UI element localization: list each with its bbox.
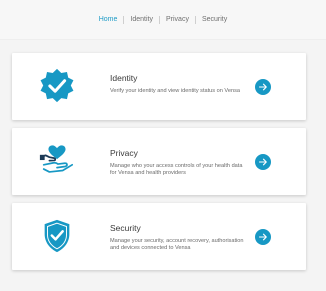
shield-check-icon bbox=[38, 217, 76, 255]
nav-privacy[interactable]: Privacy bbox=[160, 16, 195, 24]
privacy-card[interactable]: Privacy Manage who your access controls … bbox=[12, 128, 306, 195]
top-nav: Home Identity Privacy Security bbox=[0, 0, 326, 40]
privacy-go-button[interactable] bbox=[255, 154, 271, 170]
arrow-right-icon bbox=[258, 233, 267, 241]
arrow-right-icon bbox=[258, 83, 267, 91]
card-title: Privacy bbox=[110, 148, 138, 158]
card-title: Identity bbox=[110, 73, 138, 83]
heart-hand-icon bbox=[38, 142, 76, 180]
card-description: Manage who your access controls of your … bbox=[110, 163, 243, 176]
security-card[interactable]: Security Manage your security, account r… bbox=[12, 203, 306, 270]
nav-security[interactable]: Security bbox=[196, 16, 233, 24]
arrow-right-icon bbox=[258, 158, 267, 166]
identity-card[interactable]: Identity Verify your identity and view i… bbox=[12, 53, 306, 120]
nav-home[interactable]: Home bbox=[93, 16, 124, 24]
card-description: Manage your security, account recovery, … bbox=[110, 238, 244, 251]
security-go-button[interactable] bbox=[255, 229, 271, 245]
card-title: Security bbox=[110, 223, 141, 233]
verified-badge-icon bbox=[38, 67, 76, 105]
card-description: Verify your identity and view identity s… bbox=[110, 88, 240, 94]
identity-go-button[interactable] bbox=[255, 79, 271, 95]
nav-identity[interactable]: Identity bbox=[124, 16, 159, 24]
